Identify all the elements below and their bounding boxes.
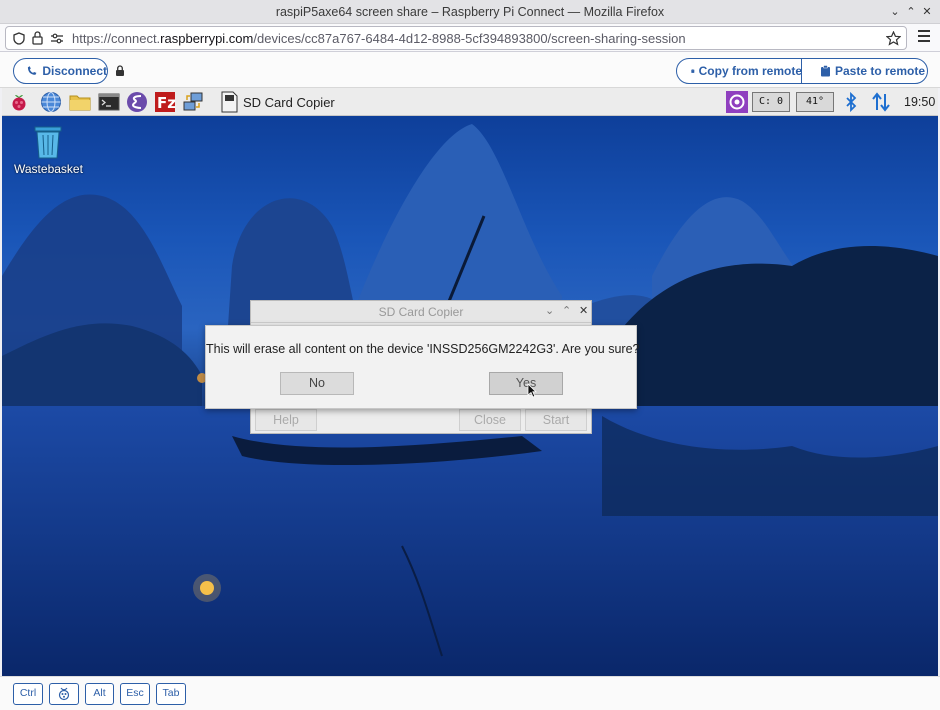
window-title: raspiP5axe64 screen share – Raspberry Pi… xyxy=(275,5,665,19)
copy-from-remote-label: Copy from remote xyxy=(698,64,802,78)
shield-icon[interactable] xyxy=(13,32,25,45)
confirm-dialog: This will erase all content on the devic… xyxy=(205,325,640,409)
ctrl-key-button[interactable]: Ctrl xyxy=(13,683,43,705)
taskbar-app-label[interactable]: SD Card Copier xyxy=(243,95,335,110)
temperature-monitor[interactable]: 41° xyxy=(796,92,834,112)
confirm-message: This will erase all content on the devic… xyxy=(206,342,640,356)
bookmark-star-icon[interactable] xyxy=(886,31,901,46)
disconnect-button[interactable]: Disconnect xyxy=(13,58,108,84)
permissions-icon[interactable] xyxy=(50,33,64,44)
url-text: https://connect.raspberrypi.com/devices/… xyxy=(72,31,686,46)
bluetooth-icon[interactable] xyxy=(840,91,862,113)
navigation-bar: https://connect.raspberrypi.com/devices/… xyxy=(0,24,940,52)
secure-lock-icon xyxy=(116,65,124,76)
pi-taskbar: Fz SD Card Copier C: 0 41° 19:50 xyxy=(2,88,938,116)
close-window-icon[interactable]: ✕ xyxy=(918,3,936,21)
paste-icon xyxy=(821,65,830,77)
yes-button[interactable]: Yes xyxy=(489,372,563,395)
url-path: /devices/cc87a767-6484-4d12-8988-5cf3948… xyxy=(253,31,686,46)
cpu-monitor[interactable]: C: 0 xyxy=(752,92,790,112)
disconnect-label: Disconnect xyxy=(42,64,107,78)
svg-text:Fz: Fz xyxy=(157,94,176,112)
paste-to-remote-button[interactable]: Paste to remote xyxy=(801,58,928,84)
tab-key-button[interactable]: Tab xyxy=(156,683,186,705)
super-key-button[interactable] xyxy=(49,683,79,705)
url-bar[interactable]: https://connect.raspberrypi.com/devices/… xyxy=(5,26,907,50)
close-button[interactable]: Close xyxy=(459,409,521,431)
clock[interactable]: 19:50 xyxy=(904,95,935,109)
raspberry-key-icon xyxy=(58,687,70,701)
network-transfer-icon[interactable] xyxy=(182,91,204,113)
connect-status-icon[interactable] xyxy=(726,91,748,113)
copy-from-remote-button[interactable]: Copy from remote xyxy=(676,58,803,84)
file-manager-icon[interactable] xyxy=(69,91,91,113)
close-icon[interactable]: ✕ xyxy=(579,304,588,317)
chevron-down-icon[interactable]: ⌄ xyxy=(545,304,554,317)
trash-icon[interactable] xyxy=(32,124,64,160)
url-domain: raspberrypi.com xyxy=(160,31,254,46)
special-keys-bar: Ctrl Alt Esc Tab xyxy=(0,676,940,710)
emacs-icon[interactable] xyxy=(126,91,148,113)
esc-key-button[interactable]: Esc xyxy=(120,683,150,705)
phone-hangup-icon xyxy=(27,66,37,75)
chevron-up-icon[interactable]: ⌃ xyxy=(562,304,571,317)
window-titlebar: raspiP5axe64 screen share – Raspberry Pi… xyxy=(0,0,940,24)
sd-copier-title: SD Card Copier xyxy=(378,305,464,319)
filezilla-icon[interactable]: Fz xyxy=(154,91,176,113)
connect-toolbar: Disconnect Copy from remote Paste to rem… xyxy=(0,52,940,88)
paste-to-remote-label: Paste to remote xyxy=(835,64,926,78)
clipboard-icon xyxy=(691,69,695,73)
hamburger-menu-icon[interactable] xyxy=(918,30,930,42)
mouse-cursor-icon xyxy=(527,383,537,398)
url-prefix: https://connect. xyxy=(72,31,161,46)
network-arrows-icon[interactable] xyxy=(870,91,892,113)
sd-copier-titlebar[interactable]: SD Card Copier ⌄ ⌃ ✕ xyxy=(251,301,591,323)
no-button[interactable]: No xyxy=(280,372,354,395)
terminal-icon[interactable] xyxy=(98,91,120,113)
help-button[interactable]: Help xyxy=(255,409,317,431)
raspberry-menu-icon[interactable] xyxy=(8,91,30,113)
web-browser-icon[interactable] xyxy=(40,91,62,113)
desktop-icon-label[interactable]: Wastebasket xyxy=(14,162,83,176)
lock-icon[interactable] xyxy=(32,31,43,45)
start-button[interactable]: Start xyxy=(525,409,587,431)
alt-key-button[interactable]: Alt xyxy=(85,683,114,705)
sd-card-app-icon[interactable] xyxy=(218,91,240,113)
